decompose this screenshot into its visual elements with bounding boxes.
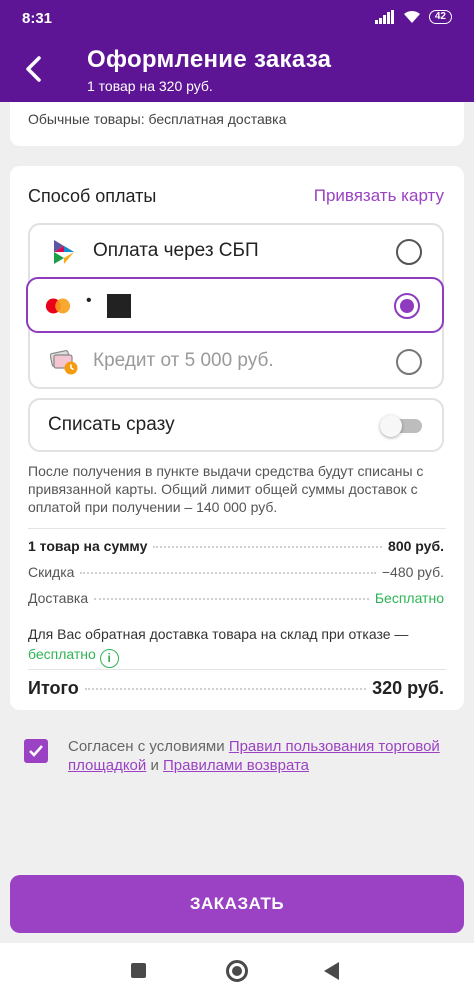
- total-value: 320 руб.: [372, 678, 444, 698]
- delivery-card: Обычные товары: бесплатная доставка: [10, 102, 464, 146]
- charge-now-row: Списать сразу: [28, 398, 444, 452]
- payment-method-label: Оплата через СБП: [93, 240, 259, 261]
- radio-button[interactable]: [396, 239, 422, 265]
- summary-row-items: 1 товар на сумму 800 руб.: [28, 538, 444, 554]
- sbp-icon: [54, 240, 74, 264]
- charge-now-toggle[interactable]: [380, 415, 422, 437]
- app-bar: Оформление заказа 1 товар на 320 руб.: [0, 36, 474, 102]
- link-card-link[interactable]: Привязать карту: [314, 186, 444, 206]
- payment-methods: Оплата через СБП • Кредит от 5 000 руб.: [26, 223, 444, 389]
- wifi-icon: [403, 10, 420, 23]
- back-button[interactable]: [16, 52, 50, 86]
- card-mask: •: [86, 292, 92, 309]
- status-icons: 42: [374, 10, 452, 24]
- divider: [28, 528, 446, 529]
- payment-method-label: Кредит от 5 000 руб.: [93, 350, 274, 371]
- return-delivery-note: Для Вас обратная доставка товара на скла…: [28, 624, 448, 668]
- battery-icon: 42: [428, 10, 452, 24]
- dotted-leader: [153, 546, 383, 548]
- info-icon[interactable]: i: [99, 649, 119, 668]
- divider: [28, 669, 446, 670]
- agreement-text-1: Согласен с условиями: [68, 738, 225, 755]
- dotted-leader: [80, 572, 376, 574]
- mastercard-icon: [45, 298, 71, 314]
- agreement-checkbox[interactable]: [24, 739, 48, 763]
- payment-title: Способ оплаты: [28, 186, 157, 206]
- back-icon[interactable]: [324, 962, 339, 980]
- summary-value: −480 руб.: [381, 564, 444, 580]
- check-icon: [29, 745, 43, 757]
- payment-note: После получения в пункте выдачи средства…: [28, 463, 424, 515]
- signal-icon: [374, 10, 394, 24]
- payment-card: Способ оплаты Привязать карту Оплата чер…: [10, 166, 464, 710]
- summary-row-discount: Скидка −480 руб.: [28, 564, 444, 580]
- delivery-note: Обычные товары: бесплатная доставка: [28, 111, 287, 127]
- agreement-text: Согласен с условиями Правил пользования …: [68, 737, 448, 775]
- dotted-leader: [94, 598, 369, 600]
- payment-method-card[interactable]: •: [26, 277, 444, 333]
- card-number-redacted: [107, 294, 131, 318]
- status-bar: 8:31 42: [0, 0, 474, 36]
- return-note-text: Для Вас обратная доставка товара на скла…: [28, 626, 409, 642]
- payment-method-sbp[interactable]: Оплата через СБП: [30, 225, 442, 279]
- dotted-leader: [84, 688, 367, 690]
- page-subtitle: 1 товар на 320 руб.: [87, 78, 213, 94]
- summary-label: Скидка: [28, 564, 75, 580]
- radio-button-selected[interactable]: [394, 293, 420, 319]
- summary-value: Бесплатно: [374, 590, 444, 606]
- payment-method-credit[interactable]: Кредит от 5 000 руб.: [30, 335, 442, 389]
- agreement-text-2: и: [150, 757, 159, 774]
- return-rules-link[interactable]: Правилами возврата: [163, 757, 309, 774]
- credit-card-clock-icon: [50, 350, 78, 375]
- system-nav-bar: [0, 943, 474, 1000]
- charge-now-label: Списать сразу: [48, 414, 175, 435]
- order-button[interactable]: ЗАКАЗАТЬ: [10, 875, 464, 933]
- total-row: Итого 320 руб.: [28, 678, 444, 699]
- return-note-value: бесплатно: [28, 646, 96, 662]
- chevron-left-icon: [26, 56, 41, 82]
- summary-label: Доставка: [28, 590, 89, 606]
- summary-row-delivery: Доставка Бесплатно: [28, 590, 444, 606]
- toggle-thumb: [380, 415, 402, 437]
- summary-value: 800 руб.: [388, 538, 444, 554]
- page-title: Оформление заказа: [87, 46, 332, 73]
- home-icon[interactable]: [226, 960, 248, 982]
- recent-apps-icon[interactable]: [131, 963, 146, 978]
- status-time: 8:31: [22, 10, 53, 27]
- summary-label: 1 товар на сумму: [28, 538, 148, 554]
- radio-button[interactable]: [396, 349, 422, 375]
- total-label: Итого: [28, 678, 79, 698]
